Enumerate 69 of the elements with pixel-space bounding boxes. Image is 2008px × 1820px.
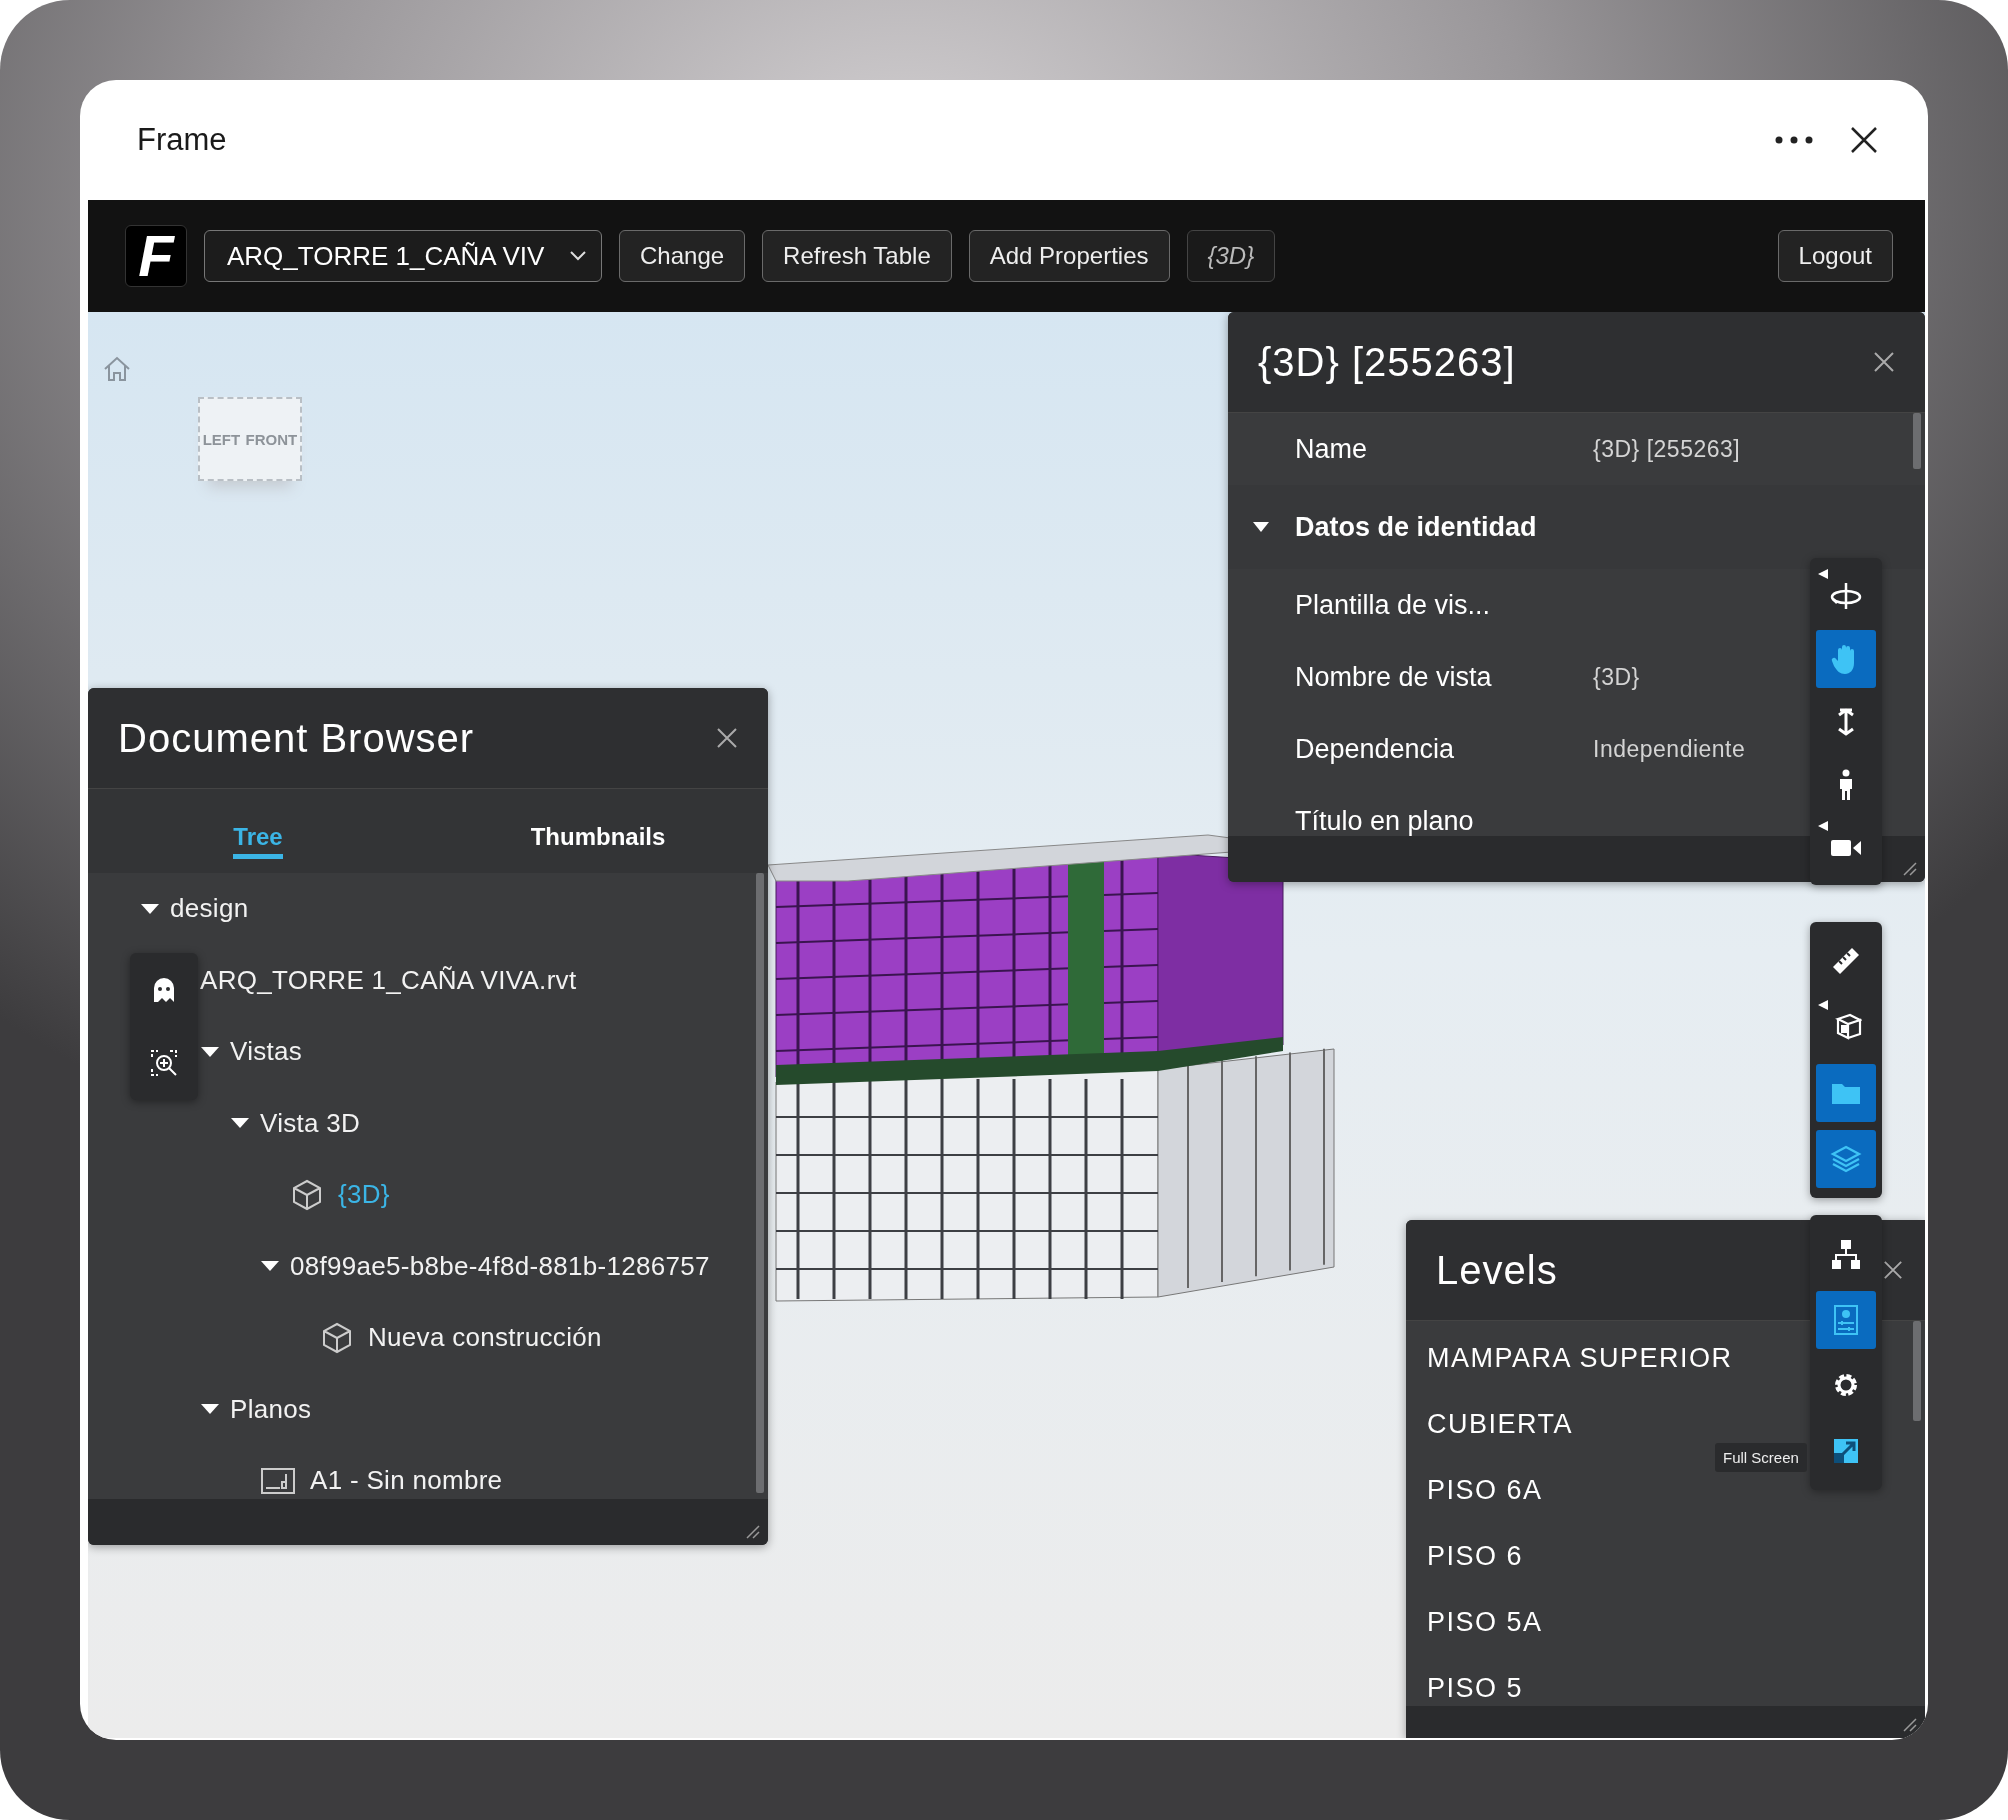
flyout-triangle-icon bbox=[1818, 820, 1828, 831]
layers-tool-button[interactable] bbox=[1816, 1130, 1876, 1188]
resize-handle-icon[interactable] bbox=[1903, 862, 1917, 876]
chevron-down-icon bbox=[569, 250, 587, 262]
property-value: {3D} bbox=[1593, 663, 1640, 691]
document-sliders-icon bbox=[1833, 1303, 1859, 1336]
tree-item[interactable]: design bbox=[170, 893, 249, 925]
window-title: Frame bbox=[137, 122, 227, 158]
tree-item[interactable]: Nueva construcción bbox=[368, 1322, 602, 1354]
tooltip: Full Screen bbox=[1715, 1443, 1807, 1472]
toolbar-button[interactable]: Refresh Table bbox=[762, 230, 952, 282]
tree-item[interactable]: Vista 3D bbox=[260, 1107, 361, 1139]
caret-down-icon[interactable] bbox=[200, 1044, 220, 1059]
level-item[interactable]: PISO 6 bbox=[1406, 1523, 1524, 1589]
app-logo: F bbox=[125, 225, 187, 287]
more-icon[interactable] bbox=[1774, 135, 1814, 145]
caret-down-icon[interactable] bbox=[140, 901, 160, 916]
tab[interactable]: Tree bbox=[88, 801, 428, 873]
resize-handle-icon[interactable] bbox=[1903, 1718, 1917, 1732]
browser-tool-button[interactable] bbox=[1816, 1064, 1876, 1122]
close-icon[interactable] bbox=[1873, 351, 1895, 373]
property-value: {3D} [255263] bbox=[1593, 435, 1741, 463]
close-icon[interactable] bbox=[716, 727, 738, 749]
panel-title: Levels bbox=[1436, 1247, 1558, 1293]
property-name: Name bbox=[1295, 433, 1369, 465]
tab[interactable]: Thumbnails bbox=[428, 801, 768, 873]
property-value: Independiente bbox=[1593, 735, 1746, 763]
level-item[interactable]: MAMPARA SUPERIOR bbox=[1406, 1325, 1733, 1391]
panel-title: Document Browser bbox=[118, 715, 475, 761]
tree-item[interactable]: Planos bbox=[230, 1393, 312, 1425]
model-select[interactable]: ARQ_TORRE 1_CAÑA VIV bbox=[204, 230, 602, 282]
flyout-triangle-icon bbox=[1818, 568, 1828, 579]
cube-icon bbox=[320, 1320, 354, 1355]
property-group-label[interactable]: Datos de identidad bbox=[1295, 511, 1537, 543]
tree-item[interactable]: 08f99ae5-b8be-4f8d-881b-1286757 bbox=[290, 1250, 710, 1282]
view-name-button[interactable]: {3D} bbox=[1186, 230, 1276, 282]
scrollbar-thumb[interactable] bbox=[1913, 413, 1921, 469]
close-icon[interactable] bbox=[1883, 1260, 1903, 1280]
scrollbar-thumb[interactable] bbox=[1913, 1321, 1921, 1421]
pan-tool-button[interactable] bbox=[1816, 629, 1876, 688]
tree-item[interactable]: ARQ_TORRE 1_CAÑA VIVA.rvt bbox=[200, 964, 577, 996]
toolbar-button[interactable]: Add Properties bbox=[968, 230, 1170, 282]
property-name: Dependencia bbox=[1295, 733, 1456, 765]
layers-icon bbox=[1830, 1144, 1862, 1174]
expand-icon bbox=[1832, 1437, 1860, 1466]
flyout-triangle-icon bbox=[1818, 1000, 1828, 1010]
level-item[interactable]: CUBIERTA bbox=[1406, 1391, 1574, 1457]
level-item[interactable]: PISO 5 bbox=[1406, 1655, 1524, 1706]
property-name: Título en plano bbox=[1295, 805, 1475, 836]
zoom-selection-icon[interactable] bbox=[150, 1049, 178, 1078]
properties-tool-button[interactable] bbox=[1816, 1290, 1876, 1349]
panel-title: {3D} [255263] bbox=[1258, 339, 1516, 385]
tree-item[interactable]: A1 - Sin nombre bbox=[310, 1465, 503, 1497]
property-name: Nombre de vista bbox=[1295, 661, 1493, 693]
level-item[interactable]: PISO 5A bbox=[1406, 1589, 1543, 1655]
cube-icon bbox=[290, 1177, 324, 1212]
orbit-icon bbox=[1829, 580, 1863, 611]
toolbar-button[interactable]: Change bbox=[619, 230, 746, 282]
property-name: Plantilla de vis... bbox=[1295, 589, 1492, 621]
tree-item[interactable]: {3D} bbox=[338, 1179, 390, 1211]
close-icon[interactable] bbox=[1850, 126, 1878, 154]
sheet-icon bbox=[260, 1465, 296, 1496]
tree-item[interactable]: Vistas bbox=[230, 1036, 303, 1068]
logout-button[interactable]: Logout bbox=[1777, 230, 1893, 282]
ghost-icon[interactable] bbox=[151, 975, 177, 1004]
resize-handle-icon[interactable] bbox=[746, 1525, 760, 1539]
scrollbar-thumb[interactable] bbox=[756, 873, 764, 1493]
level-item[interactable]: PISO 6A bbox=[1406, 1457, 1543, 1523]
hierarchy-icon bbox=[1830, 1237, 1862, 1270]
